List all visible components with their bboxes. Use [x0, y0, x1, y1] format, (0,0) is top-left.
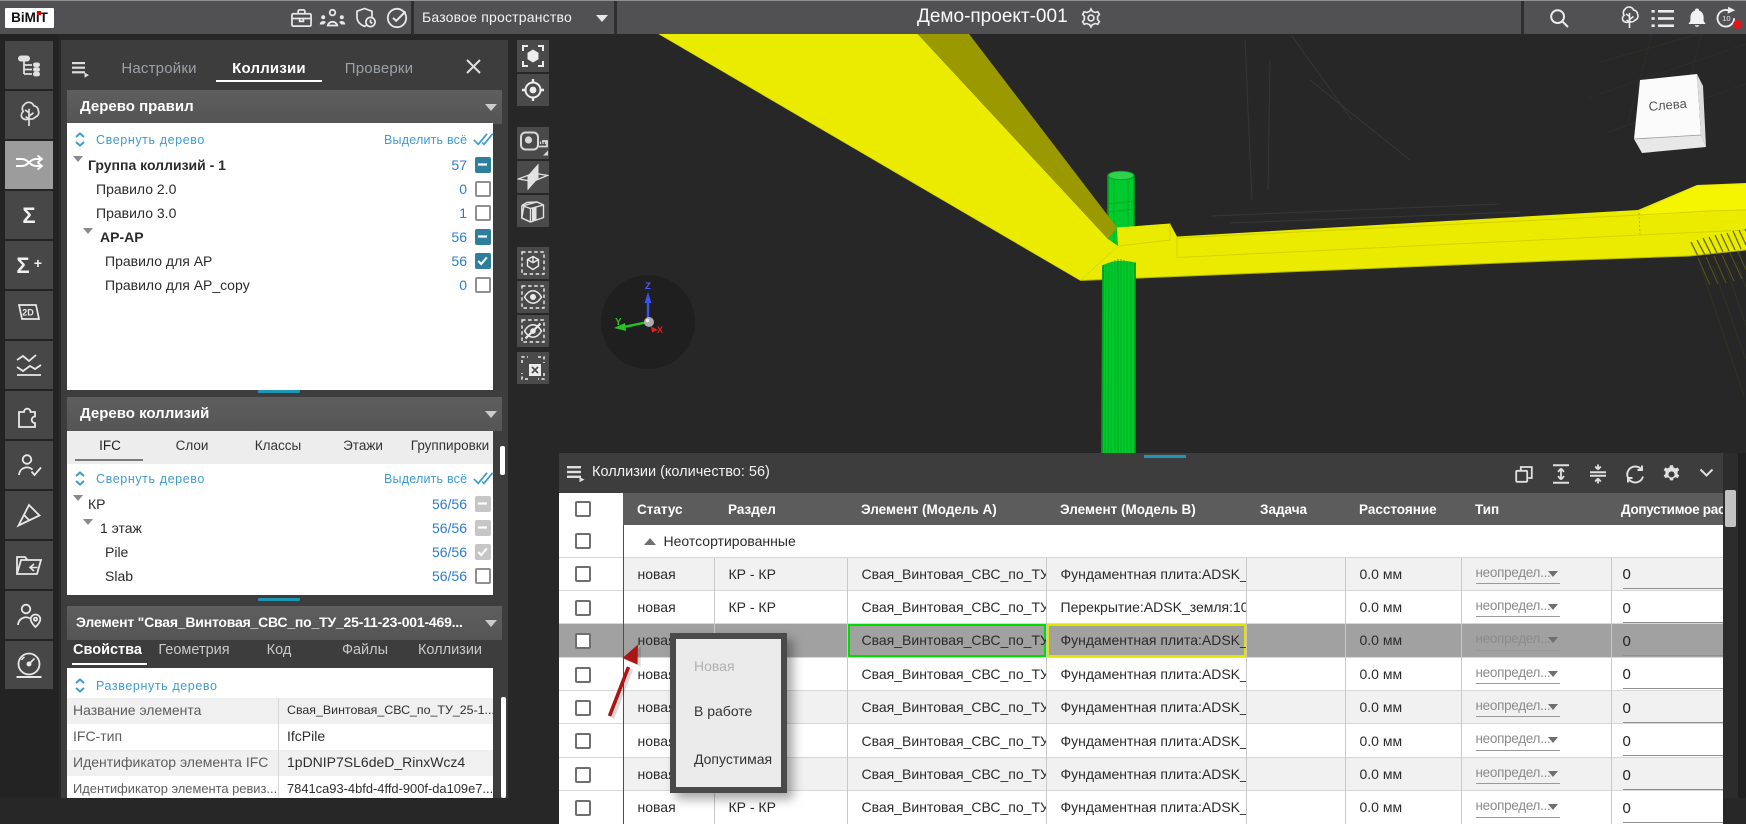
svg-text:Σ: Σ — [16, 253, 29, 278]
svg-text:Y: Y — [615, 317, 622, 328]
svg-text:X: X — [657, 325, 663, 335]
svg-text:2D: 2D — [22, 308, 34, 318]
svg-text:+: + — [34, 255, 42, 271]
svg-text:10: 10 — [1722, 14, 1730, 23]
svg-text:Z: Z — [645, 281, 651, 292]
svg-text:Σ: Σ — [22, 203, 35, 228]
